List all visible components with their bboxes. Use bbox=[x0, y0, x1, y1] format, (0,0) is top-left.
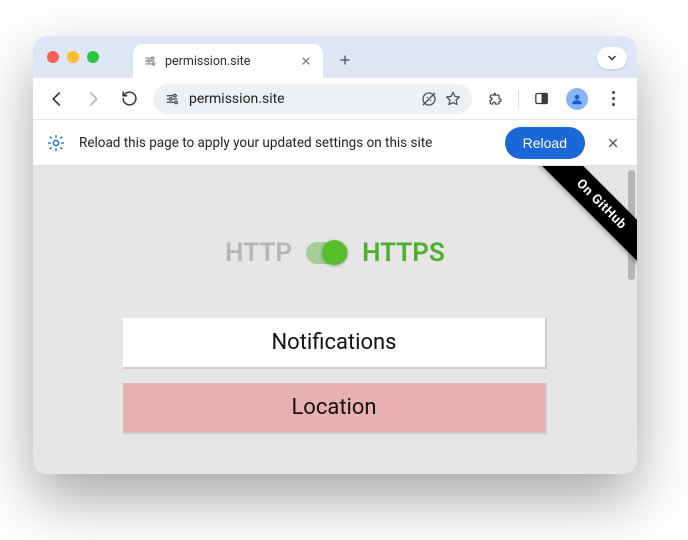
blocked-cookie-icon[interactable] bbox=[420, 90, 438, 108]
omnibox-actions bbox=[420, 90, 462, 108]
minimize-window-button[interactable] bbox=[67, 51, 79, 63]
tab-title: permission.site bbox=[165, 54, 291, 69]
bookmark-star-icon[interactable] bbox=[444, 90, 462, 108]
kebab-menu-button[interactable] bbox=[597, 83, 629, 115]
address-bar[interactable]: permission.site bbox=[153, 84, 472, 114]
protocol-https-label: HTTPS bbox=[362, 238, 445, 268]
protocol-http-label: HTTP bbox=[225, 238, 292, 268]
browser-tab-active[interactable]: permission.site bbox=[133, 44, 323, 78]
switch-knob bbox=[322, 240, 347, 265]
side-panel-button[interactable] bbox=[525, 83, 557, 115]
browser-toolbar: permission.site bbox=[33, 78, 637, 120]
reload-button[interactable] bbox=[113, 83, 145, 115]
maximize-window-button[interactable] bbox=[87, 51, 99, 63]
window-dropdown-button[interactable] bbox=[597, 47, 627, 69]
settings-gear-icon bbox=[45, 132, 67, 154]
protocol-toggle: HTTP HTTPS bbox=[33, 166, 637, 318]
kebab-menu-icon bbox=[612, 91, 615, 106]
window-titlebar: permission.site bbox=[33, 36, 637, 78]
profile-button[interactable] bbox=[561, 83, 593, 115]
permission-button-list: Notifications Location bbox=[33, 318, 637, 434]
infobar-message: Reload this page to apply your updated s… bbox=[79, 135, 493, 151]
infobar: Reload this page to apply your updated s… bbox=[33, 120, 637, 166]
back-button[interactable] bbox=[41, 83, 73, 115]
profile-avatar-icon bbox=[566, 88, 588, 110]
url-text: permission.site bbox=[189, 91, 285, 107]
tab-close-button[interactable] bbox=[299, 54, 313, 68]
infobar-close-button[interactable] bbox=[601, 131, 625, 155]
new-tab-button[interactable] bbox=[331, 46, 359, 74]
notifications-button[interactable]: Notifications bbox=[123, 318, 547, 369]
close-window-button[interactable] bbox=[47, 51, 59, 63]
site-settings-tune-icon[interactable] bbox=[163, 90, 181, 108]
location-button[interactable]: Location bbox=[123, 383, 547, 434]
browser-window: permission.site bbox=[33, 36, 637, 474]
extensions-button[interactable] bbox=[480, 83, 512, 115]
tab-favicon-tune-icon bbox=[143, 54, 157, 68]
protocol-switch[interactable] bbox=[306, 242, 348, 264]
forward-button[interactable] bbox=[77, 83, 109, 115]
tab-strip: permission.site bbox=[133, 36, 589, 78]
window-controls bbox=[47, 51, 99, 63]
page-content: On GitHub HTTP HTTPS Notifications Locat… bbox=[33, 166, 637, 474]
infobar-reload-button[interactable]: Reload bbox=[505, 127, 585, 159]
toolbar-divider bbox=[518, 90, 519, 108]
